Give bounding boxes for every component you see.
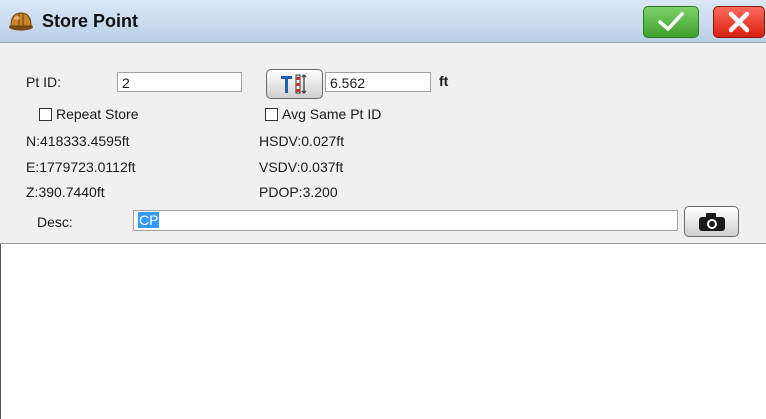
description-input[interactable]: CP bbox=[133, 210, 678, 231]
desc-label: Desc: bbox=[37, 214, 73, 230]
cancel-button[interactable] bbox=[713, 6, 765, 38]
description-selected-text: CP bbox=[138, 212, 160, 228]
checkmark-icon bbox=[658, 12, 684, 31]
rod-height-icon bbox=[280, 74, 306, 94]
title-bar: Store Point bbox=[0, 0, 766, 43]
pdop-value: PDOP:3.200 bbox=[259, 184, 338, 200]
rod-height-input[interactable]: 6.562 bbox=[325, 72, 431, 92]
store-point-form: Pt ID: 2 6.562 ft Repeat Store Avg Same … bbox=[0, 43, 766, 244]
vsdv-value: VSDV:0.037ft bbox=[259, 159, 344, 175]
avg-same-pt-id-label: Avg Same Pt ID bbox=[282, 106, 382, 122]
elevation-value: Z:390.7440ft bbox=[26, 184, 105, 200]
camera-button[interactable] bbox=[684, 206, 739, 237]
pt-id-label: Pt ID: bbox=[26, 74, 62, 90]
close-icon bbox=[728, 11, 750, 33]
camera-icon bbox=[698, 212, 725, 231]
northing-value: N:418333.4595ft bbox=[26, 133, 130, 149]
repeat-store-checkbox[interactable]: Repeat Store bbox=[39, 106, 139, 122]
hsdv-value: HSDV:0.027ft bbox=[259, 133, 345, 149]
rod-height-button[interactable] bbox=[266, 69, 323, 99]
checkbox-box bbox=[39, 107, 52, 121]
hard-hat-icon bbox=[9, 12, 33, 31]
window-title: Store Point bbox=[42, 11, 139, 31]
pt-id-input[interactable]: 2 bbox=[117, 72, 242, 92]
main-empty-area bbox=[0, 244, 766, 419]
avg-same-pt-id-checkbox[interactable]: Avg Same Pt ID bbox=[265, 106, 381, 122]
ok-button[interactable] bbox=[643, 6, 699, 38]
easting-value: E:1779723.0112ft bbox=[26, 159, 136, 175]
checkbox-box bbox=[265, 107, 278, 121]
height-unit: ft bbox=[439, 73, 449, 89]
repeat-store-label: Repeat Store bbox=[56, 106, 139, 122]
